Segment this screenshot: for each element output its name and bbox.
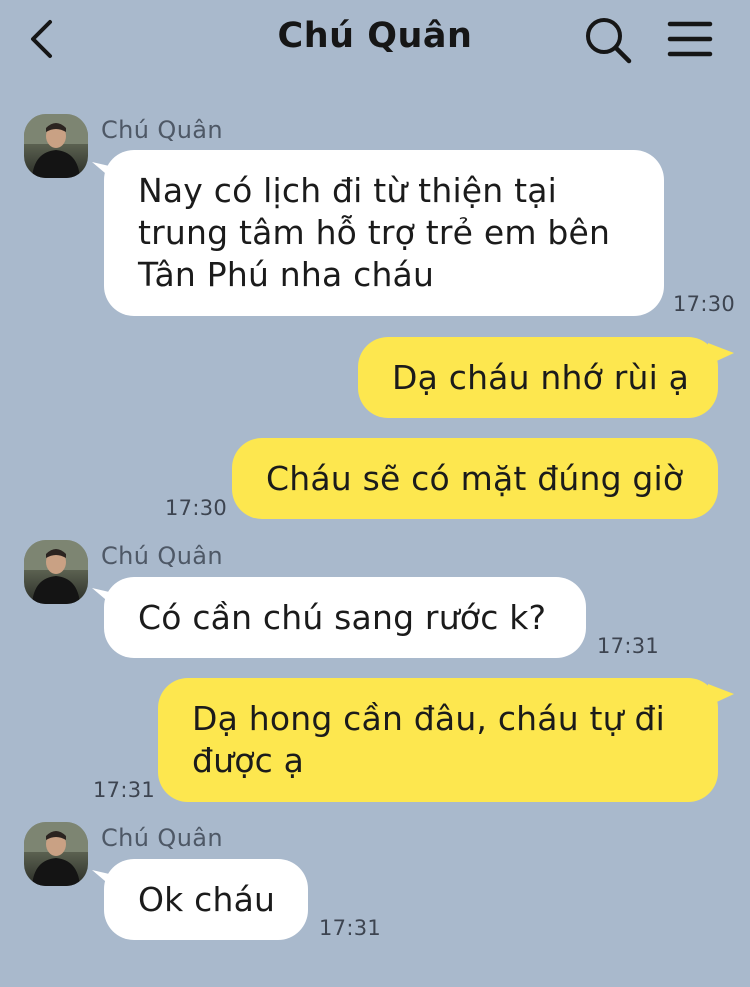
message-text: Dạ hong cần đâu, cháu tự đi được ạ — [192, 699, 665, 780]
sender-name: Chú Quân — [101, 542, 224, 570]
sender-name: Chú Quân — [101, 116, 224, 144]
search-button[interactable] — [582, 14, 634, 66]
person-avatar-icon — [24, 822, 88, 886]
message-bubble-outgoing[interactable]: Dạ hong cần đâu, cháu tự đi được ạ — [158, 678, 718, 802]
menu-button[interactable] — [666, 16, 714, 62]
person-avatar-icon — [24, 540, 88, 604]
message-time: 17:31 — [319, 916, 382, 940]
message-time: 17:31 — [597, 634, 660, 658]
message-text: Cháu sẽ có mặt đúng giờ — [266, 459, 684, 498]
message-time: 17:31 — [93, 778, 156, 802]
message-text: Nay có lịch đi từ thiện tại trung tâm hỗ… — [138, 171, 611, 294]
search-icon — [586, 18, 632, 64]
message-bubble-incoming[interactable]: Nay có lịch đi từ thiện tại trung tâm hỗ… — [104, 150, 664, 316]
message-text: Dạ cháu nhớ rùi ạ — [392, 358, 690, 397]
message-bubble-outgoing[interactable]: Dạ cháu nhớ rùi ạ — [358, 337, 718, 418]
chat-screen: Chú Quân Chú Quân Nay có lịch đi từ thiệ… — [0, 0, 750, 987]
hamburger-menu-icon — [667, 21, 713, 57]
avatar[interactable] — [24, 114, 88, 178]
message-time: 17:30 — [165, 496, 228, 520]
avatar[interactable] — [24, 540, 88, 604]
message-text: Có cần chú sang rước k? — [138, 598, 547, 637]
chat-header: Chú Quân — [0, 0, 750, 80]
message-time: 17:30 — [673, 292, 736, 316]
sender-name: Chú Quân — [101, 824, 224, 852]
person-avatar-icon — [24, 114, 88, 178]
avatar[interactable] — [24, 822, 88, 886]
message-text: Ok cháu — [138, 880, 276, 919]
message-bubble-incoming[interactable]: Có cần chú sang rước k? — [104, 577, 586, 658]
message-bubble-outgoing[interactable]: Cháu sẽ có mặt đúng giờ — [232, 438, 718, 519]
chat-title: Chú Quân — [277, 16, 473, 56]
message-bubble-incoming[interactable]: Ok cháu — [104, 859, 308, 940]
bubble-tail — [708, 684, 734, 706]
bubble-tail — [708, 343, 734, 365]
